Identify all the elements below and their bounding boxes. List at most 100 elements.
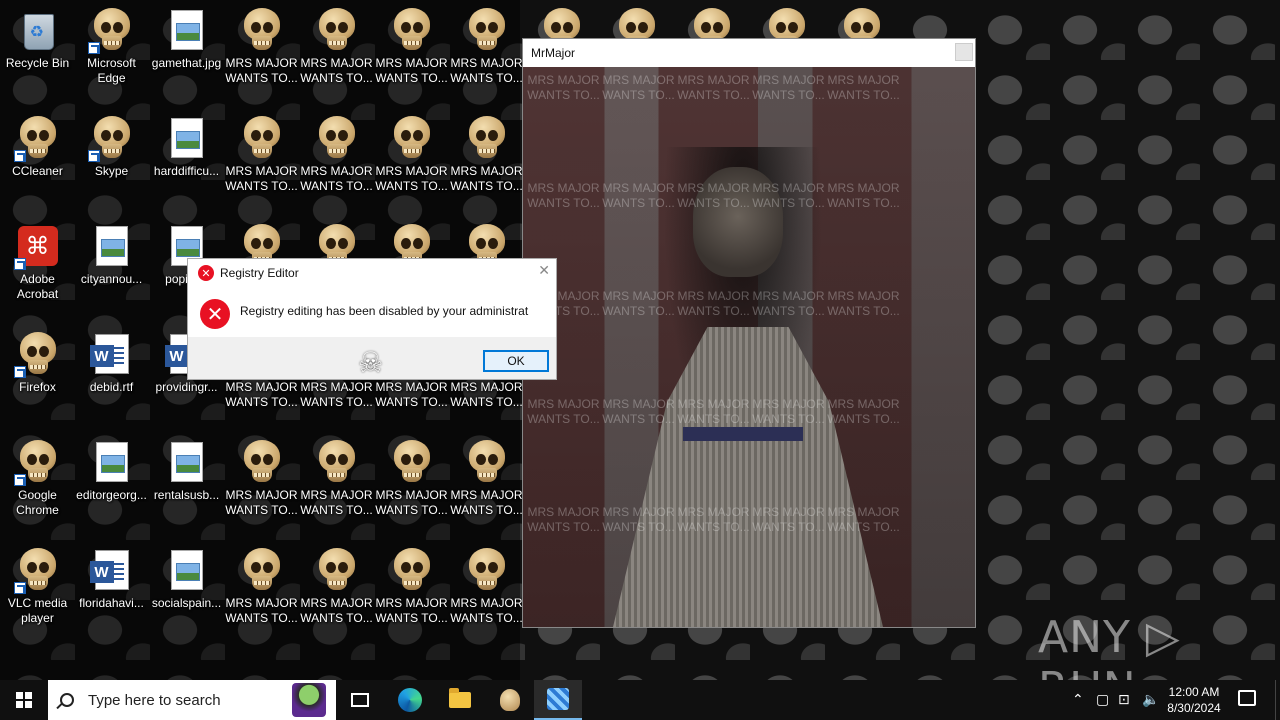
dialog-close-icon[interactable]: ✕	[538, 263, 550, 279]
desktop-icon[interactable]: MRS MAJOR WANTS TO...	[449, 540, 524, 640]
search-icon	[60, 693, 74, 707]
desktop-icon[interactable]: cityannou...	[74, 216, 149, 316]
skull-icon	[317, 116, 357, 160]
overlay-label: MRS MAJOR WANTS TO...	[752, 181, 825, 210]
taskbar-mrmajor-button[interactable]	[486, 680, 534, 720]
skull-icon	[467, 116, 507, 160]
desktop-icon[interactable]: MRS MAJOR WANTS TO...	[449, 108, 524, 208]
chevron-up-icon: ⌃	[1072, 692, 1084, 708]
desktop-icon[interactable]: MRS MAJOR WANTS TO...	[299, 540, 374, 640]
desktop-icon-graphic	[465, 548, 509, 592]
desktop-icon-label: cityannou...	[80, 272, 143, 286]
skull-icon	[392, 440, 432, 484]
desktop-icon[interactable]: harddifficu...	[149, 108, 224, 208]
desktop-icon-graphic	[315, 440, 359, 484]
desktop-icon[interactable]: MRS MAJOR WANTS TO...	[299, 108, 374, 208]
desktop-icon-label: MRS MAJOR WANTS TO...	[225, 488, 298, 517]
error-small-icon: ✕	[198, 265, 214, 281]
desktop-icon[interactable]	[524, 0, 599, 38]
notification-center-icon[interactable]	[1238, 690, 1256, 706]
desktop-icon-graphic	[315, 8, 359, 52]
desktop-icon[interactable]: MRS MAJOR WANTS TO...	[374, 108, 449, 208]
desktop-icon[interactable]: VLC media player	[0, 540, 75, 640]
desktop-icon[interactable]	[749, 0, 824, 38]
desktop-icon[interactable]: Firefox	[0, 324, 75, 424]
mrmajor-close-button[interactable]	[955, 43, 973, 61]
taskbar-clock[interactable]: 12:00 AM 8/30/2024	[1160, 684, 1228, 716]
desktop-icon[interactable]: MRS MAJOR WANTS TO...	[374, 432, 449, 532]
taskbar-edge-button[interactable]	[386, 680, 434, 720]
desktop-icon-label: Google Chrome	[16, 488, 59, 517]
desktop-icon[interactable]: Skype	[74, 108, 149, 208]
desktop-icon[interactable]: MRS MAJOR WANTS TO...	[449, 432, 524, 532]
skull-icon	[242, 440, 282, 484]
desktop-icon-label: MRS MAJOR WANTS TO...	[300, 488, 373, 517]
desktop-icon[interactable]: MRS MAJOR WANTS TO...	[224, 432, 299, 532]
desktop-icon-graphic	[840, 8, 884, 38]
desktop-icon[interactable]: MRS MAJOR WANTS TO...	[224, 108, 299, 208]
desktop-icon[interactable]: Microsoft Edge	[74, 0, 149, 100]
taskbar: Type here to search ⌃ ▢ ⊡ 🔈 12:00 AM 8/3…	[0, 680, 1280, 720]
skull-icon	[317, 440, 357, 484]
desktop-icon[interactable]: rentalsusb...	[149, 432, 224, 532]
network-icon: ⊡	[1118, 692, 1130, 708]
taskbar-search-box[interactable]: Type here to search	[48, 680, 336, 720]
mrmajor-window[interactable]: MrMajor MRS MAJOR WANTS TO... MRS MAJOR W…	[522, 38, 976, 628]
skull-icon	[692, 8, 732, 38]
shortcut-arrow-icon	[13, 366, 26, 378]
desktop-icon-label: MRS MAJOR WANTS TO...	[225, 380, 298, 409]
desktop-icon[interactable]: socialspain...	[149, 540, 224, 640]
desktop-icon[interactable]: ⌘ Adobe Acrobat	[0, 216, 75, 316]
desktop-icon[interactable]: MRS MAJOR WANTS TO...	[374, 540, 449, 640]
desktop-icon[interactable]: Wdebid.rtf	[74, 324, 149, 424]
desktop-icon[interactable]: CCleaner	[0, 108, 75, 208]
desktop-icon[interactable]	[824, 0, 899, 38]
dialog-titlebar[interactable]: ✕ Registry Editor	[198, 265, 299, 281]
tray-network-button[interactable]: ⊡	[1118, 680, 1130, 720]
desktop-icon[interactable]: MRS MAJOR WANTS TO...	[449, 0, 524, 100]
desktop-icon[interactable]: editorgeorg...	[74, 432, 149, 532]
desktop-icon-graphic	[240, 440, 284, 484]
desktop-icon[interactable]: Wfloridahavi...	[74, 540, 149, 640]
desktop-icon-label: harddifficu...	[153, 164, 220, 178]
desktop-icon[interactable]	[674, 0, 749, 38]
desktop-icon[interactable]: gamethat.jpg	[149, 0, 224, 100]
overlay-label: MRS MAJOR WANTS TO...	[602, 397, 675, 426]
desktop-icon-graphic: W	[89, 548, 134, 592]
taskbar-file-explorer-button[interactable]	[436, 680, 484, 720]
desktop-icon-label: MRS MAJOR WANTS TO...	[450, 488, 523, 517]
skull-icon	[242, 548, 282, 592]
tray-device-button[interactable]: ▢	[1096, 680, 1109, 720]
desktop-icon-label: VLC media player	[7, 596, 68, 625]
desktop-icon-graphic	[765, 8, 809, 38]
overlay-label: MRS MAJOR WANTS TO...	[527, 505, 600, 534]
desktop-icon[interactable]: MRS MAJOR WANTS TO...	[224, 540, 299, 640]
overlay-label: MRS MAJOR WANTS TO...	[677, 397, 750, 426]
skull-icon	[467, 440, 507, 484]
desktop-icon-label: Adobe Acrobat	[16, 272, 59, 301]
desktop-icon[interactable]: Recycle Bin	[0, 0, 75, 100]
ok-button[interactable]: OK	[483, 350, 549, 372]
desktop-icon-graphic	[87, 8, 134, 54]
taskbar-regedit-button[interactable]	[534, 680, 582, 720]
desktop-icon[interactable]: Google Chrome	[0, 432, 75, 532]
show-desktop-button[interactable]	[1275, 680, 1280, 720]
mrmajor-titlebar[interactable]: MrMajor	[523, 39, 975, 67]
desktop-icon-label: floridahavi...	[79, 596, 144, 610]
start-button[interactable]	[0, 680, 48, 720]
desktop-icon[interactable]: MRS MAJOR WANTS TO...	[224, 0, 299, 100]
scary-doll-image: MRS MAJOR WANTS TO... MRS MAJOR WANTS TO.…	[523, 67, 975, 627]
desktop-icon-label: socialspain...	[151, 596, 222, 610]
task-view-button[interactable]	[336, 680, 384, 720]
desktop-icon-graphic	[465, 116, 509, 160]
tray-volume-button[interactable]: 🔈	[1142, 680, 1159, 720]
desktop-icon-label: editorgeorg...	[76, 488, 147, 502]
desktop-icon[interactable]: MRS MAJOR WANTS TO...	[374, 0, 449, 100]
desktop-icon[interactable]	[599, 0, 674, 38]
desktop-icon-graphic	[240, 8, 284, 52]
desktop-icon[interactable]: MRS MAJOR WANTS TO...	[299, 0, 374, 100]
desktop-icon-graphic	[240, 548, 284, 592]
windows-logo-icon	[16, 692, 32, 708]
show-hidden-icons-button[interactable]: ⌃	[1072, 680, 1084, 720]
desktop-icon[interactable]: MRS MAJOR WANTS TO...	[299, 432, 374, 532]
